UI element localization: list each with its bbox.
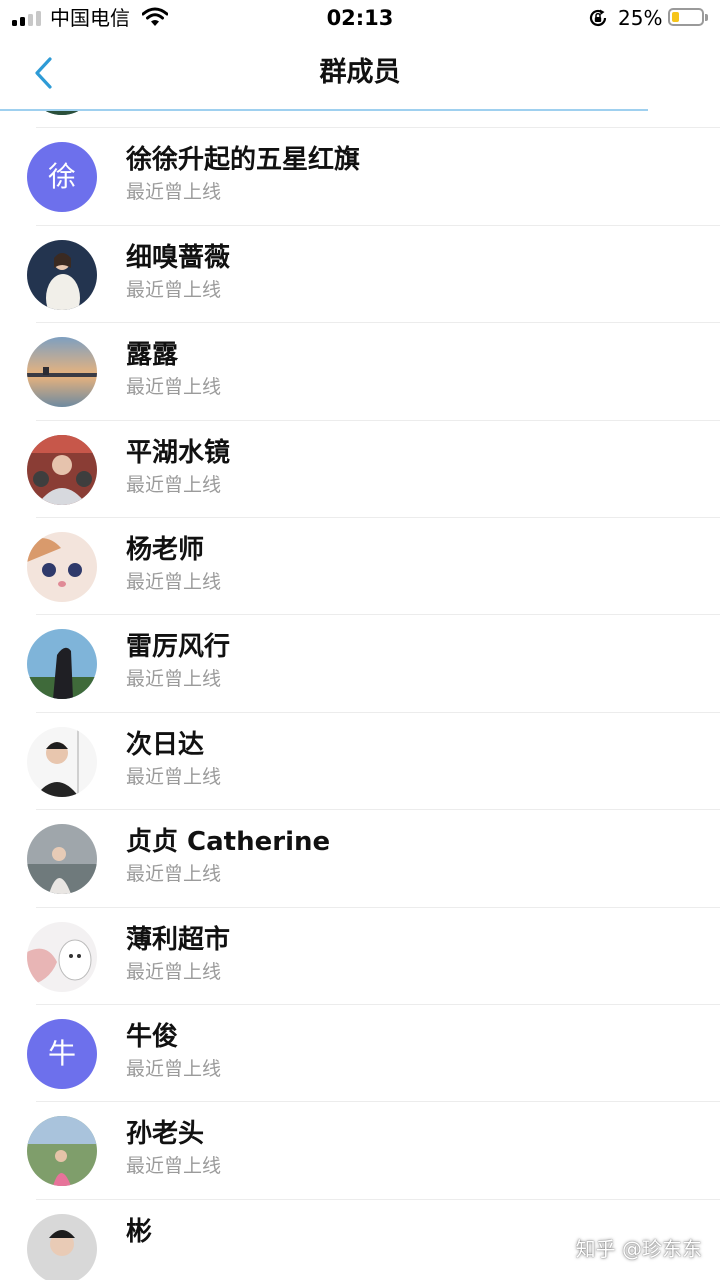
member-list[interactable]: 万同最近曾上线徐徐徐升起的五星红旗最近曾上线细嗅蔷薇最近曾上线露露最近曾上线平湖… <box>0 110 720 1280</box>
member-status: 最近曾上线 <box>126 473 222 496</box>
avatar-image <box>27 726 97 797</box>
avatar-initial: 牛 <box>27 1018 97 1089</box>
rotation-lock-icon <box>589 9 607 27</box>
member-row[interactable]: 徐徐徐升起的五星红旗最近曾上线 <box>0 128 720 227</box>
avatar-image <box>27 531 97 602</box>
member-row[interactable]: 牛牛俊最近曾上线 <box>0 1005 720 1103</box>
member-name: 平湖水镜 <box>126 437 231 468</box>
member-status: 最近曾上线 <box>126 863 222 886</box>
member-name: 次日达 <box>126 729 205 760</box>
nav-bar: 群成员 <box>0 36 720 111</box>
member-status: 最近曾上线 <box>126 278 222 301</box>
member-name: 细嗅蔷薇 <box>126 242 231 273</box>
member-row[interactable]: 次日达 最近曾上线 <box>0 713 720 811</box>
avatar-image <box>27 1213 97 1280</box>
member-row[interactable]: 薄利超市 最近曾上线 <box>0 908 720 1006</box>
member-row[interactable]: 万同最近曾上线 <box>0 110 720 129</box>
member-row[interactable]: 露露 最近曾上线 <box>0 323 720 421</box>
avatar-image <box>27 434 97 505</box>
avatar-image <box>27 239 97 310</box>
avatar-image <box>27 824 97 895</box>
member-name: 露露 <box>126 340 179 371</box>
member-name: 徐徐升起的五星红旗 <box>126 145 361 176</box>
member-status: 最近曾上线 <box>126 668 222 691</box>
member-status: 最近曾上线 <box>126 181 222 204</box>
member-name: 薄利超市 <box>126 924 231 955</box>
member-status: 最近曾上线 <box>126 570 222 593</box>
member-row[interactable]: 细嗅蔷薇 最近曾上线 <box>0 226 720 324</box>
member-name: 杨老师 <box>126 534 205 565</box>
battery-percent: 25% <box>618 6 663 30</box>
member-row[interactable]: 雷厉风行 最近曾上线 <box>0 615 720 714</box>
member-status: 最近曾上线 <box>126 765 222 788</box>
battery-tip <box>705 14 708 21</box>
avatar-initial: 徐 <box>27 142 97 213</box>
page-title: 群成员 <box>319 57 401 88</box>
avatar-image <box>27 1116 97 1187</box>
member-name: 雷厉风行 <box>126 632 231 663</box>
member-row[interactable]: 贞贞 Catherine 最近曾上线 <box>0 810 720 908</box>
member-name: 彬 <box>126 1216 153 1247</box>
member-name: 孙老头 <box>126 1119 205 1150</box>
avatar-image <box>27 337 97 408</box>
loading-progress-bar <box>0 109 648 111</box>
status-bar: 中国电信 02:13 25% <box>0 0 720 36</box>
avatar-image <box>27 921 97 992</box>
member-row[interactable]: 孙老头 最近曾上线 <box>0 1102 720 1201</box>
member-row[interactable]: 杨老师 最近曾上线 <box>0 518 720 616</box>
member-status: 最近曾上线 <box>126 376 222 399</box>
watermark: 知乎 @珍东东 <box>575 1237 702 1261</box>
member-row[interactable]: 平湖水镜 最近曾上线 <box>0 421 720 519</box>
member-name: 牛俊 <box>126 1021 179 1052</box>
avatar-image <box>27 629 97 700</box>
member-status: 最近曾上线 <box>126 1155 222 1178</box>
member-name: 贞贞 Catherine <box>126 827 331 858</box>
member-status: 最近曾上线 <box>126 1057 222 1080</box>
battery-icon <box>668 8 704 26</box>
member-status: 最近曾上线 <box>126 960 222 983</box>
status-time: 02:13 <box>326 6 394 30</box>
